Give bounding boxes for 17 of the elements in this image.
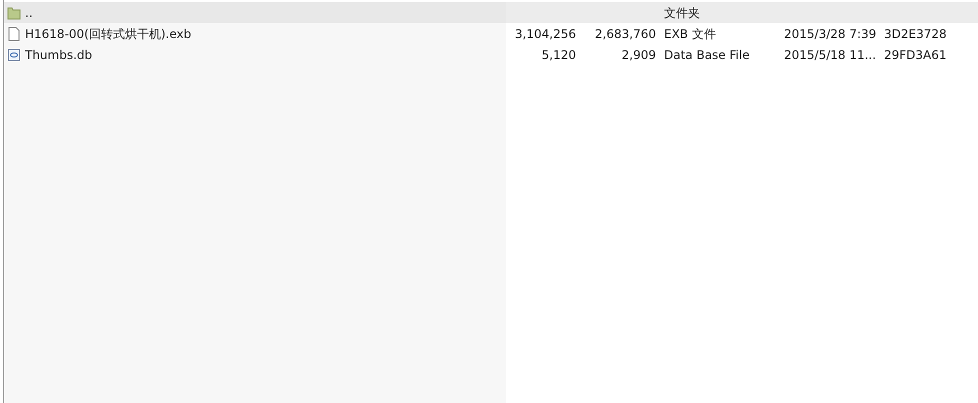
- modified-date: 2015/3/28 7:39: [784, 26, 876, 42]
- file-name: Thumbs.db: [25, 46, 92, 64]
- database-file-icon: [6, 46, 22, 62]
- crc-value: 3D2E3728: [884, 26, 947, 42]
- crc-value: 29FD3A61: [884, 46, 947, 64]
- file-type: EXB 文件: [664, 26, 716, 42]
- file-name: H1618-00(回转式烘干机).exb: [25, 26, 192, 42]
- file-type: 文件夹: [664, 4, 700, 22]
- file-name: ..: [25, 4, 33, 22]
- file-size: 3,104,256: [514, 26, 576, 42]
- file-icon: [6, 26, 22, 42]
- folder-icon: [6, 4, 22, 20]
- packed-size: 2,683,760: [594, 26, 656, 42]
- file-type: Data Base File: [664, 46, 750, 64]
- modified-date: 2015/5/18 11...: [784, 46, 876, 64]
- packed-size: 2,909: [622, 46, 656, 64]
- file-size: 5,120: [542, 46, 576, 64]
